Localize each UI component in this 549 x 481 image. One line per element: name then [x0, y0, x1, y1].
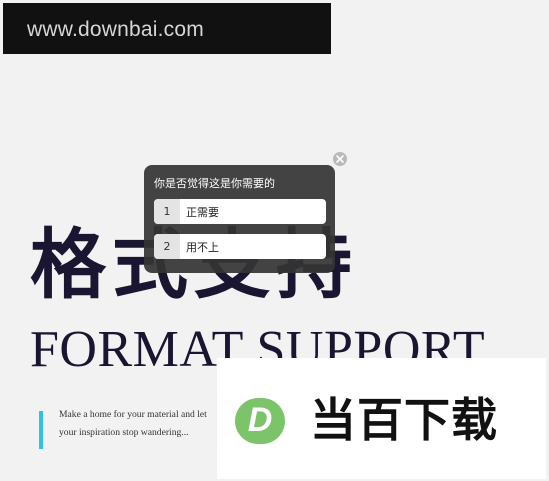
feedback-poll-popup: 你是否觉得这是你需要的 1 正需要 2 用不上 [144, 165, 335, 273]
tagline-line-2: your inspiration stop wandering... [59, 427, 189, 438]
poll-option-number: 2 [154, 234, 180, 259]
poll-option-label: 正需要 [186, 205, 219, 219]
poll-option-label: 用不上 [186, 240, 219, 254]
poll-option-2[interactable]: 2 用不上 [154, 234, 326, 259]
site-banner: www.downbai.com [3, 3, 331, 54]
brand-logo: D 当百下载 [235, 393, 498, 447]
accent-bar [39, 411, 43, 449]
poll-question: 你是否觉得这是你需要的 [154, 177, 275, 190]
tagline-line-1: Make a home for your material and let [59, 409, 207, 420]
poll-option-1[interactable]: 1 正需要 [154, 199, 326, 224]
logo-letter: D [248, 401, 273, 439]
brand-logo-watermark: D 当百下载 [217, 358, 546, 479]
logo-text: 当百下载 [310, 393, 498, 447]
popup-close-button[interactable] [333, 152, 347, 166]
close-icon [336, 155, 344, 163]
poll-option-number: 1 [154, 199, 180, 224]
site-url-text: www.downbai.com [27, 17, 204, 41]
tagline: Make a home for your material and let yo… [59, 406, 219, 442]
